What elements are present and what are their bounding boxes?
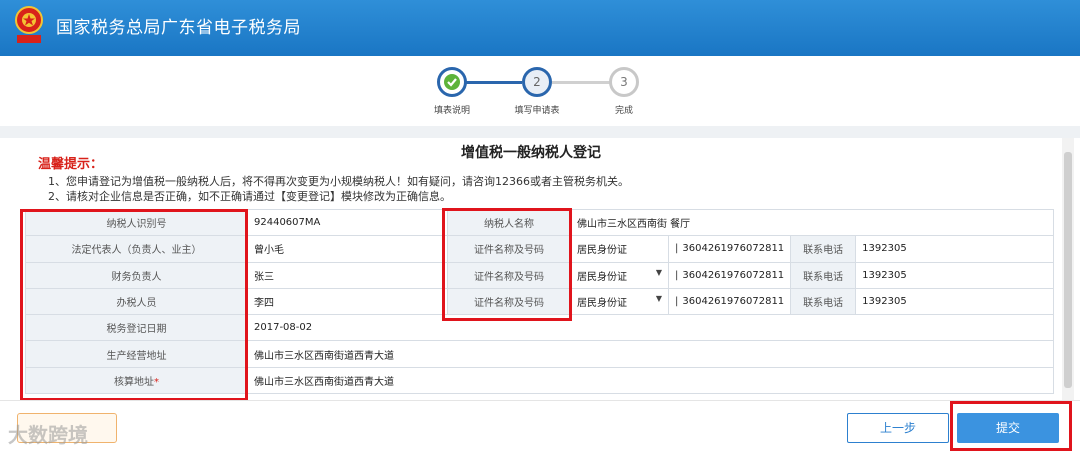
progress-steps: 2 3 填表说明 填写申请表 完成	[0, 56, 1080, 126]
previous-step-button[interactable]: 上一步	[847, 413, 949, 443]
id-type-select[interactable]: 居民身份证 ▼	[570, 261, 669, 289]
phone-value: 1392305	[855, 235, 1055, 263]
business-address-value: 佛山市三水区西南街道西青大道	[246, 340, 1055, 368]
phone-value: 1392305	[855, 261, 1055, 289]
id-number-text: 3604261976072811	[682, 296, 785, 308]
form-title: 增值税一般纳税人登记	[461, 145, 601, 161]
watermark: 大数跨境	[8, 423, 88, 447]
id-type-text: 居民身份证	[577, 271, 627, 283]
step-1-label: 填表说明	[433, 106, 470, 116]
form-panel: 增值税一般纳税人登记 温馨提示： 1、您申请登记为增值税一般纳税人后，将不得再次…	[0, 138, 1062, 400]
registration-date-value: 2017-08-02	[246, 314, 1055, 342]
id-number-value: | 3604261976072811	[667, 261, 792, 289]
step-3-label: 完成	[614, 106, 633, 116]
tip-heading: 温馨提示：	[38, 157, 104, 172]
id-type-select[interactable]: 居民身份证 ▼	[570, 287, 669, 316]
vertical-scrollbar[interactable]	[1062, 138, 1074, 400]
id-type-text: 居民身份证	[577, 245, 627, 257]
footer-bar: 大数跨境 上一步 提交	[0, 400, 1080, 453]
finance-head-value: 张三	[247, 261, 448, 289]
app-header: 国家税务总局广东省电子税务局	[0, 0, 1080, 56]
step-2-indicator: 2	[522, 67, 552, 97]
tax-officer-value: 李四	[247, 287, 448, 316]
section-divider	[0, 126, 1080, 138]
scrollbar-thumb[interactable]	[1064, 152, 1072, 388]
tip-line-1: 1、您申请登记为增值税一般纳税人后，将不得再次变更为小规模纳税人！如有疑问，请咨…	[48, 175, 629, 188]
phone-label: 联系电话	[790, 287, 857, 316]
step-connector	[552, 81, 610, 84]
step-1-check-icon	[437, 67, 467, 97]
id-type-value: 居民身份证	[570, 235, 669, 263]
highlight-box-submit	[950, 401, 1072, 451]
id-type-text: 居民身份证	[577, 298, 627, 310]
id-number-value: | 3604261976072811	[667, 287, 792, 316]
tip-line-2: 2、请核对企业信息是否正确，如不正确请通过【变更登记】模块修改为正确信息。	[48, 190, 451, 203]
taxpayer-id-value: 92440607MA	[247, 208, 448, 237]
phone-value: 1392305	[855, 287, 1055, 316]
phone-label: 联系电话	[790, 261, 857, 289]
dropdown-arrow-icon: ▼	[655, 267, 662, 277]
step-3-indicator: 3	[609, 67, 639, 97]
highlight-box-labels	[20, 209, 248, 400]
id-number-value: | 3604261976072811	[667, 235, 792, 263]
tax-emblem-icon	[15, 6, 43, 43]
accounting-address-value: 佛山市三水区西南街道西青大道	[246, 366, 1055, 395]
legal-rep-value: 曾小毛	[247, 235, 448, 263]
id-number-text: 3604261976072811	[682, 243, 785, 255]
phone-label: 联系电话	[790, 235, 857, 263]
step-connector	[466, 81, 522, 84]
step-2-label: 填写申请表	[514, 106, 560, 116]
id-number-text: 3604261976072811	[682, 269, 785, 281]
app-title: 国家税务总局广东省电子税务局	[56, 18, 301, 38]
highlight-box-id-labels	[442, 208, 572, 321]
dropdown-arrow-icon: ▼	[655, 294, 662, 304]
taxpayer-name-value: 佛山市三水区西南街 餐厅	[569, 208, 1055, 237]
